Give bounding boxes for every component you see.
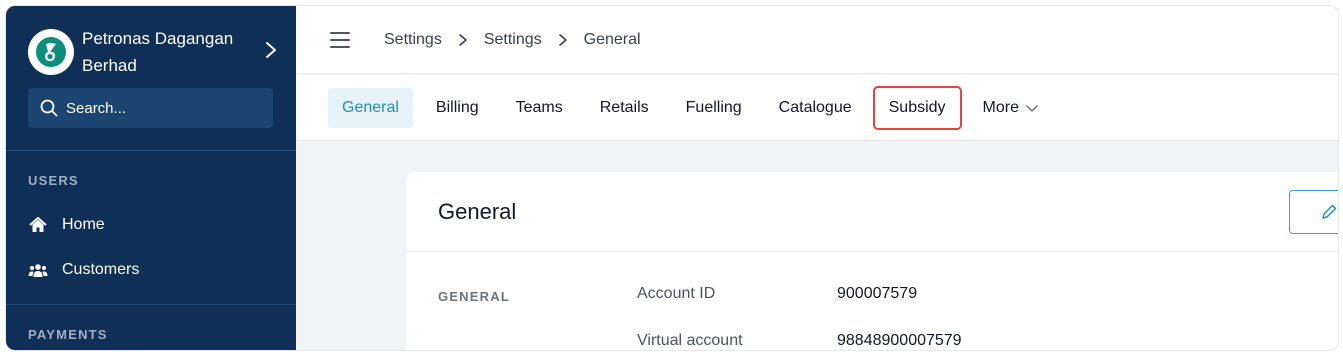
menu-icon[interactable] [330,31,350,48]
chevron-down-icon [1025,103,1039,113]
app-window: Petronas Dagangan Berhad USERS Home [5,5,1339,351]
sidebar-divider [6,150,296,151]
section-label-users: USERS [28,173,79,188]
org-name: Petronas Dagangan Berhad [82,29,234,75]
breadcrumb-item-current: General [583,30,641,48]
top-bar: Settings Settings General [296,6,1338,74]
petronas-logo-icon [28,29,74,75]
sidebar-item-home[interactable]: Home [28,213,105,237]
search-icon [40,99,58,117]
chevron-right-icon[interactable] [264,40,278,60]
group-label-general: GENERAL [438,289,510,304]
breadcrumb-item[interactable]: Settings [384,31,442,49]
field-label-account-id: Account ID [637,285,716,302]
breadcrumb: Settings Settings General [384,31,641,49]
tab-retails[interactable]: Retails [586,88,663,128]
sidebar-item-label: Customers [62,261,140,278]
sidebar-item-label: Home [62,216,105,233]
chevron-right-icon [558,33,568,47]
users-icon [28,260,48,280]
sidebar-item-customers[interactable]: Customers [28,258,139,282]
tab-teams[interactable]: Teams [502,88,577,128]
field-value-virtual-account: 98848900007579 [837,332,962,349]
home-icon [28,215,48,235]
tab-fuelling[interactable]: Fuelling [672,88,756,128]
sidebar: Petronas Dagangan Berhad USERS Home [6,6,296,350]
tab-catalogue[interactable]: Catalogue [765,88,866,128]
tab-general[interactable]: General [328,87,413,128]
tab-more[interactable]: More [969,88,1053,128]
pencil-icon [1322,204,1337,219]
tab-billing[interactable]: Billing [422,88,493,128]
breadcrumb-item[interactable]: Settings [484,31,542,49]
edit-button[interactable] [1289,190,1338,234]
field-label-virtual-account: Virtual account [637,332,743,349]
chevron-right-icon [458,33,468,47]
card-header: General [406,172,1338,252]
org-switcher[interactable]: Petronas Dagangan Berhad [28,22,278,82]
sidebar-divider [6,304,296,305]
tab-more-label: More [982,98,1019,116]
search-input[interactable] [66,99,256,117]
general-card: General GENERAL Account ID 900007579 Vir… [406,172,1338,350]
card-title: General [438,198,517,224]
field-value-account-id: 900007579 [837,285,918,302]
settings-tabs: General Billing Teams Retails Fuelling C… [296,75,1338,141]
sidebar-search[interactable] [28,88,273,128]
section-label-payments: PAYMENTS [28,327,108,342]
tab-subsidy[interactable]: Subsidy [872,85,962,130]
